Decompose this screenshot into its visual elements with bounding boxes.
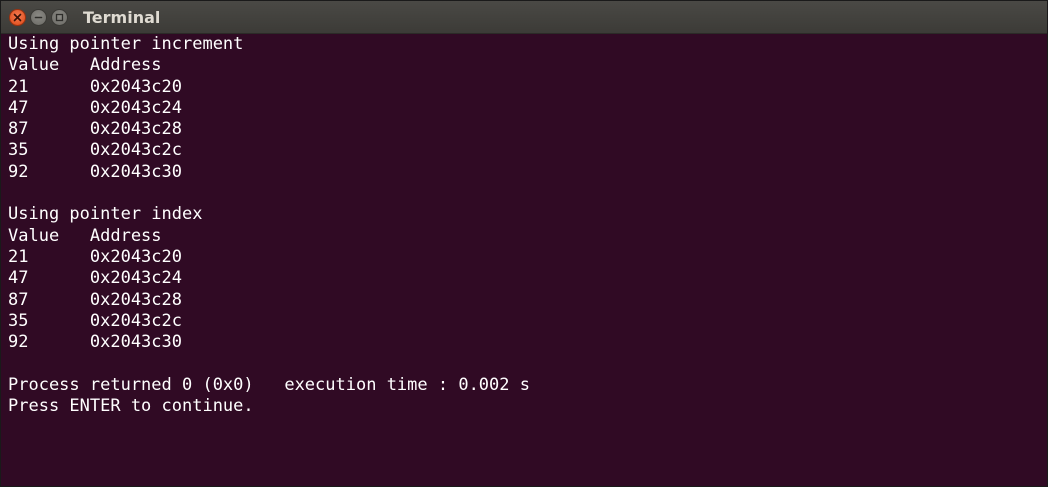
title-bar[interactable]: Terminal: [1, 1, 1047, 34]
terminal-line: Value Address: [8, 225, 162, 246]
terminal-line: 35 0x2043c2c: [8, 140, 182, 161]
window-title: Terminal: [83, 8, 161, 27]
terminal-line: Using pointer index: [8, 204, 203, 225]
minimize-icon: [34, 16, 43, 19]
terminal-line: 21 0x2043c20: [8, 76, 182, 97]
terminal-line: 92 0x2043c30: [8, 161, 182, 182]
terminal-line: 92 0x2043c30: [8, 332, 182, 353]
terminal-line: 87 0x2043c28: [8, 119, 182, 140]
terminal-line: Value Address: [8, 55, 162, 76]
terminal-line: Press ENTER to continue.: [8, 396, 254, 417]
terminal-line: Using pointer increment: [8, 34, 244, 54]
terminal-line: 87 0x2043c28: [8, 289, 182, 310]
minimize-button[interactable]: [30, 9, 47, 26]
terminal-line: 47 0x2043c24: [8, 97, 182, 118]
terminal-output[interactable]: Using pointer increment Value Address 21…: [8, 34, 1047, 486]
maximize-button[interactable]: [51, 9, 68, 26]
terminal-line: 35 0x2043c2c: [8, 310, 182, 331]
terminal-line: Process returned 0 (0x0) execution time …: [8, 374, 530, 395]
terminal-window: Terminal Using pointer increment Value A…: [0, 0, 1048, 487]
close-icon: [13, 13, 22, 22]
terminal-line: 21 0x2043c20: [8, 246, 182, 267]
close-button[interactable]: [9, 9, 26, 26]
terminal-line: 47 0x2043c24: [8, 268, 182, 289]
maximize-icon: [55, 13, 64, 22]
